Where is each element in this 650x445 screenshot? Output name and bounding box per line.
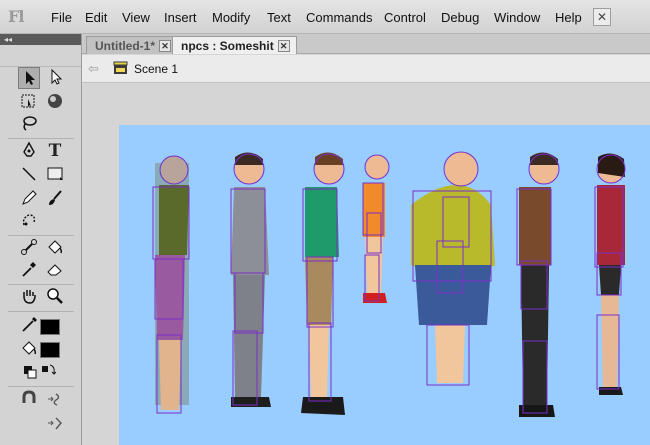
menu-view[interactable]: View (122, 10, 150, 25)
character-businessman[interactable] (230, 152, 271, 407)
character-woman[interactable] (594, 153, 626, 395)
stroke-color-swatch[interactable] (40, 319, 60, 335)
tool-divider (8, 311, 74, 312)
menu-bar: Fl File Edit View Insert Modify Text Com… (0, 0, 650, 34)
stage[interactable] (119, 125, 650, 445)
menu-control[interactable]: Control (384, 10, 426, 25)
free-transform-tool-icon[interactable] (18, 91, 40, 113)
hand-tool-icon[interactable] (18, 286, 40, 308)
deco-tool-icon[interactable] (18, 210, 40, 232)
smooth-icon[interactable] (44, 389, 66, 411)
character-child[interactable] (362, 154, 390, 303)
subselection-tool-icon[interactable] (44, 67, 66, 89)
close-icon[interactable]: ✕ (159, 40, 171, 52)
bone-tool-icon[interactable] (18, 237, 40, 259)
eyedropper-tool-icon[interactable] (18, 259, 40, 281)
3d-rotation-tool-icon[interactable] (44, 91, 66, 113)
tools-panel-grip[interactable] (0, 45, 81, 67)
fill-color-swatch[interactable] (40, 342, 60, 358)
menu-help[interactable]: Help (555, 10, 582, 25)
menu-text[interactable]: Text (267, 10, 291, 25)
menu-file[interactable]: File (51, 10, 72, 25)
paint-bucket-tool-icon[interactable] (44, 237, 66, 259)
character-zombie[interactable] (152, 155, 190, 414)
stage-artwork (152, 151, 626, 417)
lasso-tool-icon[interactable] (18, 113, 40, 135)
menu-window[interactable]: Window (494, 10, 540, 25)
scene-icon (113, 60, 128, 75)
swap-colors-icon[interactable] (40, 361, 57, 383)
menu-insert[interactable]: Insert (164, 10, 197, 25)
character-man-in-brown-shirt[interactable] (516, 152, 560, 417)
scene-label[interactable]: Scene 1 (134, 62, 178, 76)
tool-divider (8, 284, 74, 285)
pen-tool-icon[interactable] (18, 140, 40, 162)
menu-modify[interactable]: Modify (212, 10, 250, 25)
brush-tool-icon[interactable] (44, 188, 66, 210)
tool-divider (8, 138, 74, 139)
tab-label: Untitled-1* (95, 39, 155, 53)
tools-panel: ◂◂ T (0, 34, 82, 445)
tab-label: npcs : Someshit (181, 39, 274, 53)
flash-logo: Fl (8, 7, 24, 26)
tab-untitled-1[interactable]: Untitled-1* ✕ (86, 36, 178, 54)
character-young-man[interactable] (301, 152, 345, 415)
menu-commands[interactable]: Commands (306, 10, 372, 25)
line-tool-icon[interactable] (18, 164, 40, 186)
character-obese-man[interactable] (411, 151, 495, 386)
document-tabs: Untitled-1* ✕ npcs : Someshit ✕ (82, 34, 650, 54)
back-arrow-icon[interactable]: ⇦ (88, 61, 99, 77)
workspace (82, 84, 650, 445)
fill-color-icon[interactable] (18, 338, 40, 360)
stroke-color-icon[interactable] (18, 315, 40, 337)
rectangle-tool-icon[interactable] (44, 164, 66, 186)
tool-divider (8, 235, 74, 236)
zoom-tool-icon[interactable] (44, 286, 66, 308)
edit-bar: ⇦ Scene 1 (82, 55, 650, 83)
close-document-button[interactable]: ✕ (593, 8, 611, 26)
black-white-icon[interactable] (22, 361, 38, 383)
tool-divider (8, 386, 74, 387)
close-icon[interactable]: ✕ (277, 40, 290, 52)
tab-npcs-someshit[interactable]: npcs : Someshit ✕ (172, 36, 297, 54)
snap-to-objects-icon[interactable] (18, 389, 40, 411)
pencil-tool-icon[interactable] (18, 188, 40, 210)
collapse-panel-icon[interactable]: ◂◂ (4, 35, 12, 44)
menu-debug[interactable]: Debug (441, 10, 479, 25)
selection-tool-icon[interactable] (18, 67, 40, 89)
tools-panel-header: ◂◂ (0, 34, 81, 45)
eraser-tool-icon[interactable] (44, 259, 66, 281)
straighten-icon[interactable] (44, 413, 66, 435)
menu-edit[interactable]: Edit (85, 10, 107, 25)
text-tool-icon[interactable]: T (44, 140, 66, 162)
